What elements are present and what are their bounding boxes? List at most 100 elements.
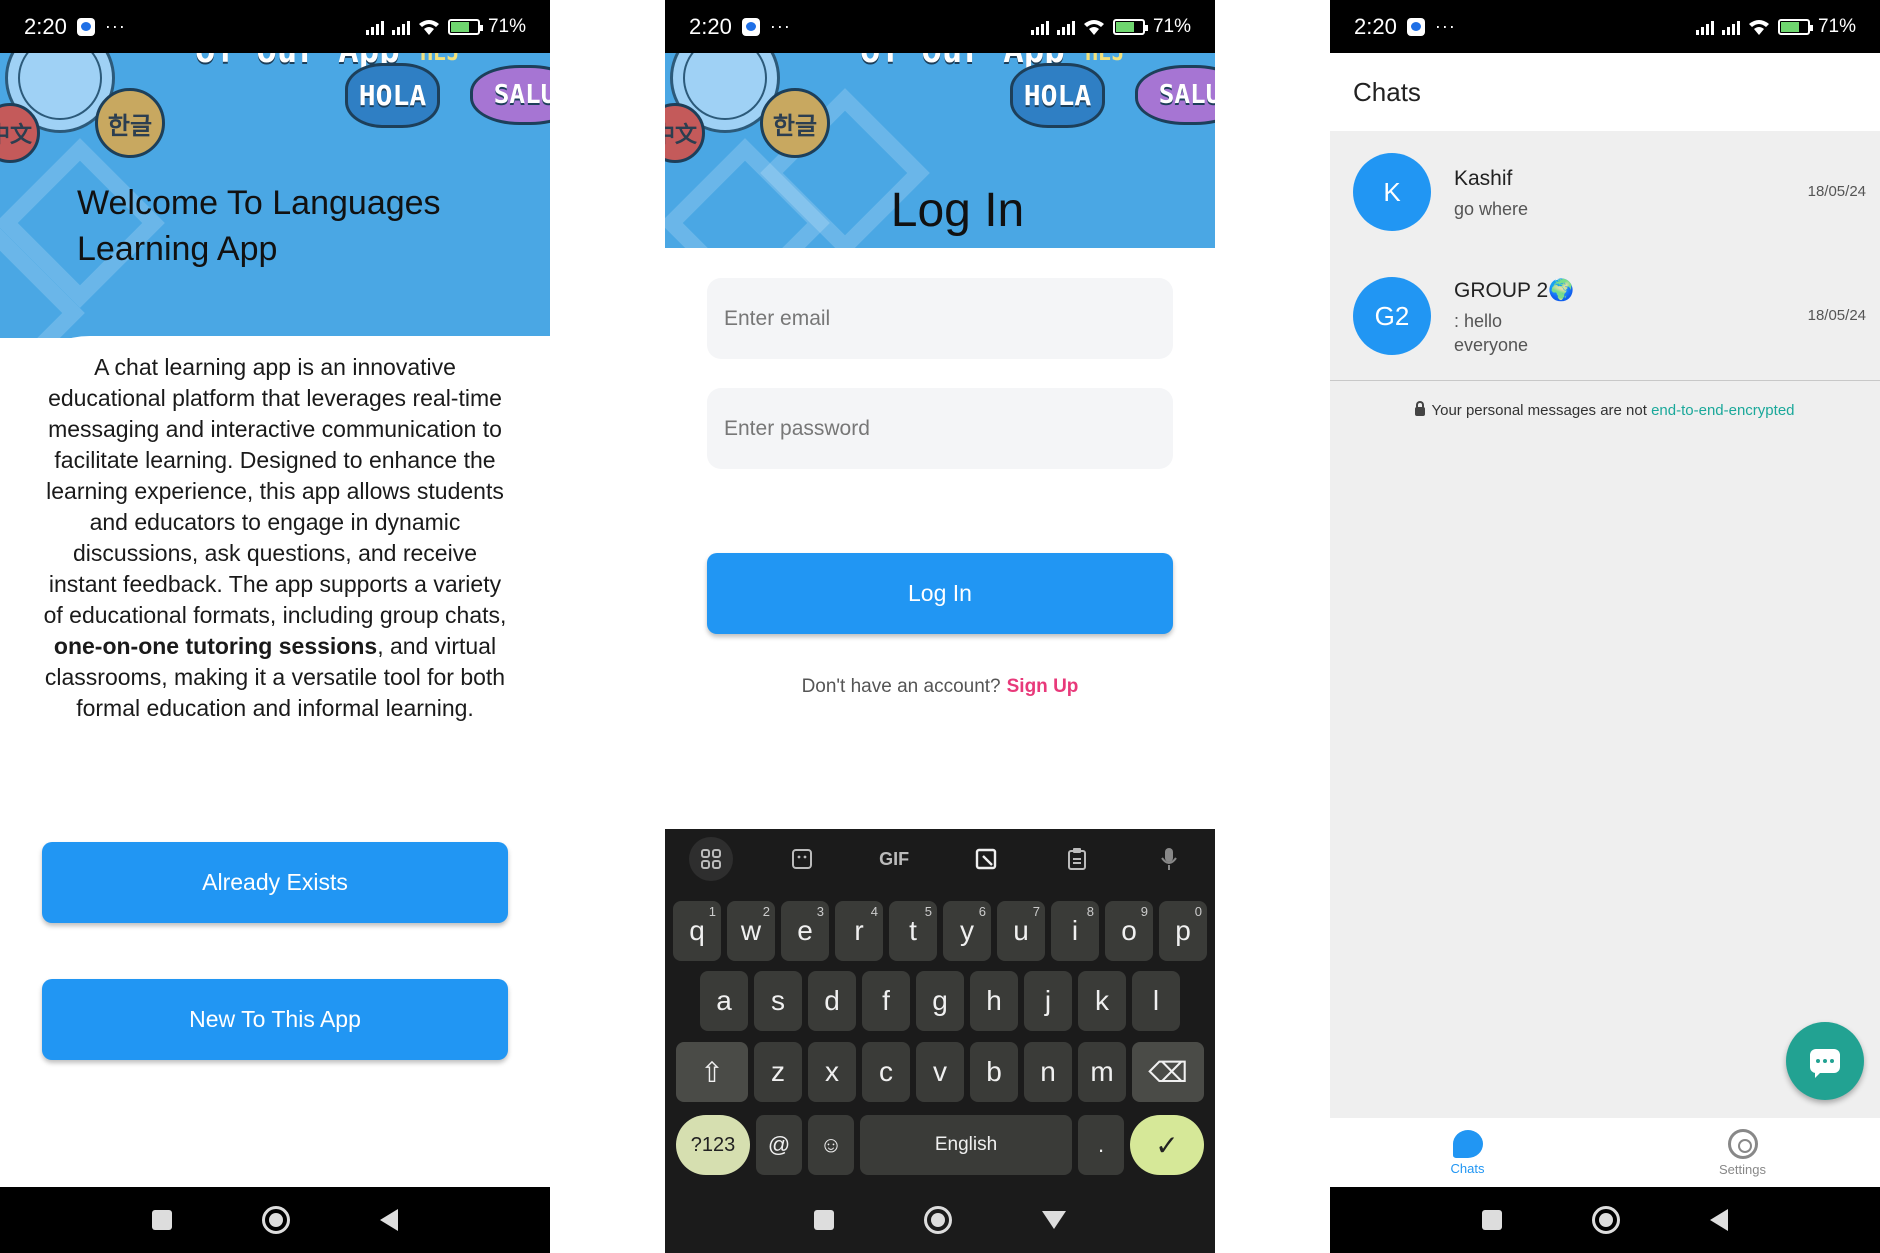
avatar: K bbox=[1353, 153, 1431, 231]
key-w[interactable]: w2 bbox=[727, 901, 775, 961]
key-z[interactable]: z bbox=[754, 1042, 802, 1102]
lock-icon bbox=[1415, 401, 1426, 416]
key-l[interactable]: l bbox=[1132, 971, 1180, 1031]
key-n[interactable]: n bbox=[1024, 1042, 1072, 1102]
more-notifications-icon: ··· bbox=[104, 16, 126, 36]
key-hint: 0 bbox=[1194, 904, 1202, 919]
key-d[interactable]: d bbox=[808, 971, 856, 1031]
recents-button[interactable] bbox=[152, 1210, 172, 1230]
message-notification-icon bbox=[1406, 17, 1425, 36]
wifi-icon bbox=[1083, 19, 1104, 35]
signal-icon bbox=[1030, 19, 1049, 35]
chats-icon bbox=[1452, 1129, 1483, 1158]
key-h[interactable]: h bbox=[970, 971, 1018, 1031]
tab-chats[interactable]: Chats bbox=[1330, 1118, 1605, 1187]
key-x[interactable]: x bbox=[808, 1042, 856, 1102]
key-o[interactable]: o9 bbox=[1105, 901, 1153, 961]
key-i[interactable]: i8 bbox=[1051, 901, 1099, 961]
gif-icon[interactable]: GIF bbox=[872, 837, 916, 881]
chat-list-item[interactable]: G2 GROUP 2🌍 : hello everyone 18/05/24 bbox=[1330, 255, 1880, 379]
key-a[interactable]: a bbox=[700, 971, 748, 1031]
keyboard-row-2: asdfghjkl bbox=[665, 971, 1215, 1031]
battery-percent: 71% bbox=[487, 15, 526, 37]
new-to-app-button[interactable]: New To This App bbox=[42, 979, 508, 1060]
on-screen-keyboard: GIF q1w2e3r4t5y6u7i8o9p0 asdfghjkl ⇧ zxc… bbox=[665, 829, 1215, 1187]
chat-preview: : hello everyone bbox=[1454, 311, 1529, 355]
keyboard-toolbar: GIF bbox=[665, 829, 1215, 889]
tab-settings[interactable]: Settings bbox=[1605, 1118, 1880, 1187]
divider bbox=[1330, 380, 1880, 381]
key-v[interactable]: v bbox=[916, 1042, 964, 1102]
key-u[interactable]: u7 bbox=[997, 901, 1045, 961]
key-letter: r bbox=[854, 915, 864, 946]
chat-date: 18/05/24 bbox=[1807, 307, 1866, 324]
symbols-key[interactable]: ?123 bbox=[676, 1115, 750, 1175]
period-key[interactable]: . bbox=[1078, 1115, 1124, 1175]
key-q[interactable]: q1 bbox=[673, 901, 721, 961]
key-p[interactable]: p0 bbox=[1159, 901, 1207, 961]
gear-icon bbox=[1727, 1128, 1758, 1159]
signal-icon bbox=[391, 19, 410, 35]
home-button[interactable] bbox=[1592, 1206, 1620, 1234]
key-f[interactable]: f bbox=[862, 971, 910, 1031]
signup-link[interactable]: Sign Up bbox=[1007, 676, 1079, 697]
key-e[interactable]: e3 bbox=[781, 901, 829, 961]
keyboard-row-1: q1w2e3r4t5y6u7i8o9p0 bbox=[665, 901, 1215, 961]
system-nav-bar bbox=[665, 1187, 1215, 1253]
clipboard-icon[interactable] bbox=[1055, 837, 1099, 881]
recents-button[interactable] bbox=[814, 1210, 834, 1230]
chat-list-item[interactable]: K Kashif go where 18/05/24 bbox=[1330, 131, 1880, 255]
new-chat-button[interactable] bbox=[1786, 1022, 1864, 1100]
shift-key[interactable]: ⇧ bbox=[676, 1042, 748, 1102]
key-c[interactable]: c bbox=[862, 1042, 910, 1102]
key-letter: o bbox=[1121, 915, 1137, 946]
password-field[interactable]: Enter password bbox=[707, 388, 1173, 469]
backspace-key[interactable]: ⌫ bbox=[1132, 1042, 1204, 1102]
sticker-icon[interactable] bbox=[780, 837, 824, 881]
key-y[interactable]: y6 bbox=[943, 901, 991, 961]
avatar: G2 bbox=[1353, 277, 1431, 355]
emoji-key[interactable]: ☺ bbox=[808, 1115, 854, 1175]
key-hint: 1 bbox=[708, 904, 716, 919]
hero-bubble-salut: SALU bbox=[1135, 65, 1215, 125]
key-k[interactable]: k bbox=[1078, 971, 1126, 1031]
apps-grid-icon[interactable] bbox=[688, 837, 733, 881]
system-nav-bar bbox=[1330, 1187, 1880, 1253]
battery-percent: 71% bbox=[1152, 15, 1191, 37]
message-notification-icon bbox=[741, 17, 760, 36]
at-key[interactable]: @ bbox=[756, 1115, 802, 1175]
hero-bubble-korean: 한글 bbox=[760, 88, 830, 158]
signal-icon bbox=[365, 19, 384, 35]
already-exists-button[interactable]: Already Exists bbox=[42, 842, 508, 923]
back-button[interactable] bbox=[1710, 1209, 1728, 1231]
message-notification-icon bbox=[76, 17, 95, 36]
recents-button[interactable] bbox=[1482, 1210, 1502, 1230]
key-b[interactable]: b bbox=[970, 1042, 1018, 1102]
tab-chats-label: Chats bbox=[1450, 1160, 1485, 1176]
no-account-text: Don't have an account? bbox=[801, 676, 1001, 697]
key-r[interactable]: r4 bbox=[835, 901, 883, 961]
status-time: 2:20 bbox=[689, 13, 732, 39]
key-t[interactable]: t5 bbox=[889, 901, 937, 961]
hero-bubble-salut: SALU bbox=[470, 65, 550, 125]
status-bar: 2:20 ··· 71% bbox=[665, 0, 1215, 53]
login-button[interactable]: Log In bbox=[707, 553, 1173, 634]
key-g[interactable]: g bbox=[916, 971, 964, 1031]
translate-icon[interactable] bbox=[964, 837, 1008, 881]
system-nav-bar bbox=[0, 1187, 550, 1253]
key-j[interactable]: j bbox=[1024, 971, 1072, 1031]
email-field[interactable]: Enter email bbox=[707, 278, 1173, 359]
microphone-icon[interactable] bbox=[1147, 837, 1191, 881]
key-s[interactable]: s bbox=[754, 971, 802, 1031]
encryption-link[interactable]: end-to-end-encrypted bbox=[1651, 402, 1794, 419]
key-letter: i bbox=[1071, 915, 1079, 946]
key-m[interactable]: m bbox=[1078, 1042, 1126, 1102]
enter-key[interactable]: ✓ bbox=[1130, 1115, 1204, 1175]
hide-keyboard-button[interactable] bbox=[1042, 1211, 1066, 1229]
battery-icon bbox=[1777, 18, 1813, 35]
back-button[interactable] bbox=[380, 1209, 398, 1231]
home-button[interactable] bbox=[262, 1206, 290, 1234]
space-key[interactable]: English bbox=[860, 1115, 1072, 1175]
home-button[interactable] bbox=[924, 1206, 952, 1234]
chats-screen: Chats K Kashif go where 18/05/24 G2 GROU… bbox=[1330, 0, 1880, 1253]
